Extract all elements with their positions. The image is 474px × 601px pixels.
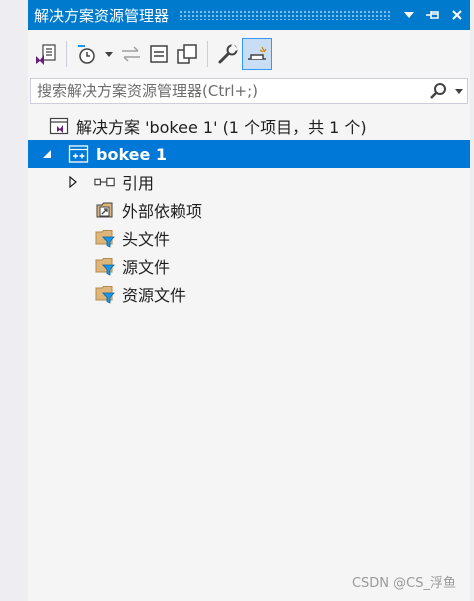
collapse-all-icon[interactable] (145, 39, 173, 69)
tree-row-solution[interactable]: 解决方案 'bokee 1' (1 个项目，共 1 个) (28, 112, 470, 140)
sync-icon[interactable] (117, 39, 145, 69)
chevron-down-icon[interactable] (398, 4, 420, 26)
filter-folder-icon (94, 255, 116, 277)
search-input[interactable] (31, 79, 425, 103)
collapse-triangle-icon[interactable] (38, 140, 56, 168)
history-dropdown-icon[interactable] (101, 39, 117, 69)
project-label: bokee 1 (96, 144, 168, 164)
expand-triangle-icon[interactable] (64, 168, 82, 196)
filter-folder-icon (94, 283, 116, 305)
toolbar-separator (66, 41, 67, 67)
properties-wrench-icon[interactable] (214, 39, 242, 69)
panel-title: 解决方案资源管理器 (34, 6, 170, 25)
tree-row-resource-files[interactable]: 资源文件 (28, 280, 470, 308)
tree-item-label: 源文件 (122, 258, 171, 277)
right-window-edge (470, 0, 474, 601)
filter-folder-icon (94, 227, 116, 249)
watermark-text: CSDN @CS_浮鱼 (351, 576, 456, 591)
solution-explorer-panel: 解决方案资源管理器 搜索解决方案资源管理器(Ctrl+;) 解决方案 'boke… (28, 0, 470, 601)
references-icon (94, 171, 116, 193)
close-icon[interactable] (446, 4, 468, 26)
tree-row-project[interactable]: bokee 1 (28, 140, 470, 168)
left-window-edge (0, 0, 29, 601)
solution-icon (48, 115, 70, 137)
tree-row-source-files[interactable]: 源文件 (28, 252, 470, 280)
tree-row-external-deps[interactable]: 外部依赖项 (28, 196, 470, 224)
panel-title-bar[interactable]: 解决方案资源管理器 (28, 0, 470, 30)
tree-row-header-files[interactable]: 头文件 (28, 224, 470, 252)
vs-solution-switch-icon[interactable] (32, 39, 60, 69)
drag-grip[interactable] (179, 10, 390, 20)
tree-row-references[interactable]: 引用 (28, 168, 470, 196)
solution-tree: 解决方案 'bokee 1' (1 个项目，共 1 个) bokee 1 引用 … (28, 112, 470, 308)
tree-item-label: 引用 (122, 174, 155, 193)
search-options-dropdown-icon[interactable] (451, 79, 467, 103)
tree-item-label: 资源文件 (122, 286, 187, 305)
history-icon[interactable] (73, 39, 101, 69)
cpp-project-icon (68, 143, 90, 165)
search-box[interactable] (30, 78, 468, 104)
panel-toolbar (28, 34, 470, 74)
solution-label: 解决方案 'bokee 1' (1 个项目，共 1 个) (76, 118, 367, 137)
external-dependencies-icon (94, 199, 116, 221)
toolbar-separator (207, 41, 208, 67)
tree-item-label: 外部依赖项 (122, 202, 203, 221)
pin-icon[interactable] (422, 4, 444, 26)
tree-item-label: 头文件 (122, 230, 171, 249)
show-all-files-icon[interactable] (173, 39, 201, 69)
preview-selected-icon[interactable] (242, 38, 272, 70)
search-icon[interactable] (425, 79, 451, 103)
